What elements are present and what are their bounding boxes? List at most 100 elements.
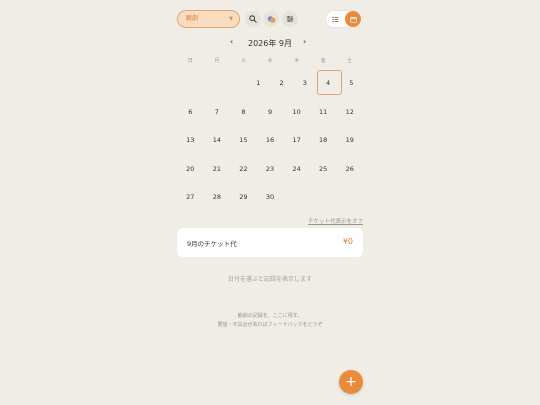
ticket-cost-toggle-link[interactable]: チケット代表示をオフ <box>277 217 363 225</box>
calendar-day[interactable]: 23 <box>257 155 284 184</box>
day-number: 6 <box>188 107 193 116</box>
weekday-label: 金 <box>320 58 326 64</box>
calendar-day[interactable]: 8 <box>230 98 257 127</box>
month-label: 2026年 9月 <box>248 39 292 48</box>
calendar-day[interactable]: 18 <box>310 126 337 155</box>
top-bar: 観劇 ▼ <box>177 10 363 28</box>
calendar-day[interactable]: 14 <box>204 126 231 155</box>
calendar-day[interactable]: 21 <box>204 155 231 184</box>
day-number: 20 <box>186 164 195 173</box>
list-icon <box>331 16 338 22</box>
calendar-day[interactable]: 29 <box>230 183 257 212</box>
calendar-week: 20 21 22 23 24 25 26 <box>177 155 363 184</box>
search-button[interactable] <box>245 11 261 27</box>
calendar-day-empty <box>224 69 247 98</box>
calendar-week: 27 28 29 30 <box>177 183 363 212</box>
calendar-day[interactable]: 26 <box>336 155 363 184</box>
calendar-day[interactable]: 3 <box>293 69 316 98</box>
calendar-day-empty <box>283 183 310 212</box>
calendar-day[interactable]: 22 <box>230 155 257 184</box>
calendar-day[interactable]: 28 <box>204 183 231 212</box>
calendar-day-selected[interactable]: 4 <box>316 69 342 98</box>
calendar-day[interactable]: 19 <box>336 126 363 155</box>
calendar-day-empty <box>336 183 363 212</box>
add-record-button[interactable]: + <box>339 370 363 394</box>
day-number: 14 <box>212 136 221 145</box>
empty-state-hint: 日付を選ぶと記録を表示します <box>227 276 312 283</box>
day-number: 10 <box>292 107 301 116</box>
weekday-label: 日 <box>187 58 193 64</box>
next-month-button[interactable]: › <box>303 37 306 46</box>
sliders-icon <box>286 16 294 22</box>
calendar-day[interactable]: 10 <box>283 98 310 127</box>
calendar-day[interactable]: 12 <box>336 98 363 127</box>
calendar-day[interactable]: 17 <box>283 126 310 155</box>
day-number: 7 <box>214 107 219 116</box>
weekday-label: 土 <box>347 58 353 64</box>
calendar-view-button[interactable] <box>345 11 361 27</box>
calendar-day-empty <box>200 69 223 98</box>
calendar-day[interactable]: 24 <box>283 155 310 184</box>
filter-settings-button[interactable] <box>282 11 298 27</box>
day-number: 16 <box>265 136 275 145</box>
day-number: 22 <box>239 164 248 173</box>
prev-month-button[interactable]: ‹ <box>230 37 233 46</box>
day-number: 18 <box>319 136 328 145</box>
day-number: 29 <box>239 193 248 202</box>
calendar-day[interactable]: 5 <box>340 69 363 98</box>
calendar-day[interactable]: 6 <box>177 98 204 127</box>
ticket-cost-label: 9月のチケット代 <box>187 240 237 248</box>
day-number: 27 <box>186 193 195 202</box>
calendar-day-empty <box>177 69 200 98</box>
day-number: 11 <box>319 107 328 116</box>
calendar-day[interactable]: 20 <box>177 155 204 184</box>
calendar-day[interactable]: 13 <box>177 126 204 155</box>
weekday-header: 日 月 火 水 木 金 土 <box>177 57 363 64</box>
calendar-day[interactable]: 27 <box>177 183 204 212</box>
day-number: 24 <box>292 164 301 173</box>
calendar-day[interactable]: 7 <box>204 98 231 127</box>
day-number: 12 <box>345 107 354 116</box>
calendar-grid: 1 2 3 4 5 6 7 8 9 10 11 12 13 14 15 16 1… <box>177 69 363 212</box>
calendar-day[interactable]: 30 <box>257 183 284 212</box>
footer-feedback-link[interactable]: 要望・不具合があればフィードバックをどうぞ <box>177 321 363 328</box>
calendar-day[interactable]: 15 <box>230 126 257 155</box>
day-number: 15 <box>239 136 248 145</box>
calendar-icon <box>349 16 357 23</box>
day-number: 2 <box>279 79 284 88</box>
category-dropdown-value: 観劇 <box>186 15 199 22</box>
day-number: 25 <box>319 164 328 173</box>
theater-masks-icon <box>267 15 275 23</box>
weekday-label: 月 <box>214 58 220 64</box>
search-icon <box>249 15 257 23</box>
weekday-label: 水 <box>267 58 273 64</box>
day-number: 5 <box>349 79 354 88</box>
month-navigation: 2026年 9月 ‹ › <box>177 37 363 49</box>
calendar-day[interactable]: 16 <box>257 126 284 155</box>
day-number: 19 <box>345 136 354 145</box>
calendar-day-empty <box>310 183 337 212</box>
calendar-day[interactable]: 1 <box>247 69 270 98</box>
plus-icon: + <box>345 374 357 390</box>
day-number: 26 <box>345 164 354 173</box>
day-number: 13 <box>186 136 195 145</box>
day-number: 23 <box>265 164 275 173</box>
ticket-cost-amount: ¥0 <box>342 237 353 246</box>
day-number: 9 <box>267 107 273 116</box>
category-dropdown[interactable]: 観劇 ▼ <box>177 10 240 28</box>
day-number: 3 <box>302 79 307 88</box>
list-view-button[interactable] <box>328 12 342 26</box>
weekday-label: 火 <box>240 58 246 64</box>
ticket-cost-card: 9月のチケット代 ¥0 <box>177 228 363 257</box>
calendar-day[interactable]: 11 <box>310 98 337 127</box>
calendar-day[interactable]: 2 <box>270 69 293 98</box>
calendar-day[interactable]: 9 <box>257 98 284 127</box>
calendar-day[interactable]: 25 <box>310 155 337 184</box>
theater-masks-button[interactable] <box>263 11 279 27</box>
calendar-week: 13 14 15 16 17 18 19 <box>177 126 363 155</box>
day-number: 1 <box>256 79 261 88</box>
app-root: 観劇 ▼ 2026年 9月 ‹ › 日 月 火 水 木 金 土 1 2 3 4 … <box>0 0 540 405</box>
day-number: 28 <box>212 193 221 202</box>
calendar-week: 1 2 3 4 5 <box>177 69 363 98</box>
day-number: 21 <box>212 164 221 173</box>
